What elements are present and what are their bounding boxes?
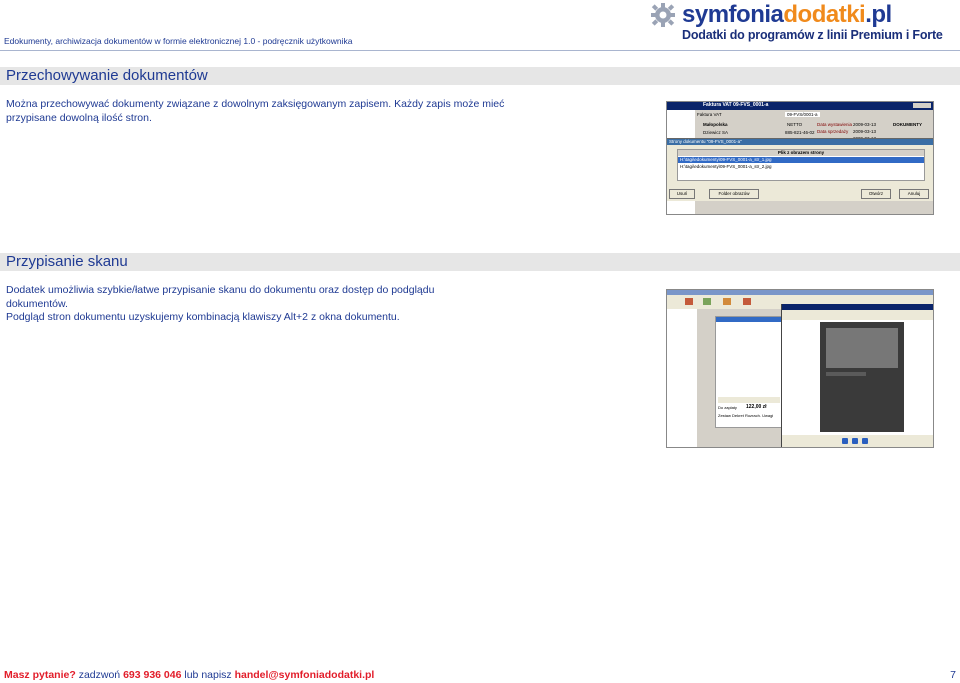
viewer-toolbar <box>782 310 933 320</box>
section-title-storage: Przechowywanie dokumentów <box>6 67 208 84</box>
toolbar-icon[interactable] <box>723 298 731 305</box>
section-text-scan-2: Podgląd stron dokumentu uzyskujemy kombi… <box>6 311 400 323</box>
navigation-icon[interactable] <box>852 438 858 444</box>
pages-dialog: Strony dokumentu "09-FVS_0001-a" Plik z … <box>667 138 933 201</box>
buyer: Dziewicz SA <box>703 130 729 135</box>
doc-type: Faktura VAT <box>697 112 722 117</box>
open-button[interactable]: Otwórz <box>861 189 891 199</box>
footer-call-text: zadzwoń <box>75 669 124 681</box>
date2: 2009-03-13 <box>853 129 877 134</box>
screenshot-document-pages: Faktura VAT 09-FVS_0001-a Faktura VAT 09… <box>666 101 934 215</box>
items-header <box>718 397 780 403</box>
cancel-button[interactable]: Anuluj <box>899 189 929 199</box>
scanned-line <box>826 372 866 376</box>
contractor: Małopolska <box>703 122 728 127</box>
section-bar-scan <box>0 253 960 271</box>
date1-label: Data wystawienia <box>817 122 853 127</box>
section-text-storage: Można przechowywać dokumenty związane z … <box>6 98 505 124</box>
navigation-icon[interactable] <box>842 438 848 444</box>
image-folder-button[interactable]: Folder obrazów <box>709 189 759 199</box>
footer-phone[interactable]: 693 936 046 <box>123 669 181 681</box>
screenshot-scan-preview: Do zapłaty 122,00 zł Zestaw Dekret Rozra… <box>666 289 934 448</box>
footer-or-write: lub napisz <box>181 669 235 681</box>
vat-type: NETTO <box>787 122 803 127</box>
window-controls <box>913 103 931 108</box>
document-header-title: Edokumenty, archiwizacja dokumentów w fo… <box>4 36 353 46</box>
section-title-scan: Przypisanie skanu <box>6 253 128 270</box>
document-tabs: Zestaw Dekret Rozrach. Uwagi <box>718 413 773 418</box>
pages-list: Plik z obrazem strony H:\tagi\edokumenty… <box>677 149 925 181</box>
page-number: 7 <box>950 669 956 681</box>
toolbar-icon[interactable] <box>743 298 751 305</box>
footer-contact: Masz pytanie? zadzwoń 693 936 046 lub na… <box>4 669 374 681</box>
header-divider <box>0 50 960 51</box>
total-label: Do zapłaty <box>718 405 737 410</box>
logo-part-symfonia: symfonia <box>682 1 784 28</box>
logo-part-pl: .pl <box>865 1 892 28</box>
documents-tab[interactable]: DOKUMENTY <box>893 122 922 127</box>
toolbar-icon[interactable] <box>703 298 711 305</box>
window-titlebar: Faktura VAT 09-FVS_0001-a <box>667 102 933 110</box>
logo-wordmark: symfoniadodatki.pl <box>682 2 892 28</box>
dialog-titlebar: Strony dokumentu "09-FVS_0001-a" <box>667 139 933 145</box>
footer-email-link[interactable]: handel@symfoniadodatki.pl <box>235 669 375 681</box>
symfoniadodatki-logo[interactable]: symfoniadodatki.pl Dodatki do programów … <box>648 2 958 46</box>
list-item[interactable]: H:\tagi\edokumenty\09-FVS_0001-a_str_1.j… <box>678 157 924 163</box>
window-title: Faktura VAT 09-FVS_0001-a <box>703 102 769 108</box>
logo-part-dodatki: dodatki <box>783 1 866 28</box>
doc-number: 09-FVS/0001-a <box>785 112 820 117</box>
section-text-scan-1: Dodatek umożliwia szybkie/łatwe przypisa… <box>6 284 435 310</box>
footer-question: Masz pytanie? <box>4 669 76 681</box>
navigation-icon[interactable] <box>862 438 868 444</box>
total-amount: 122,00 zł <box>746 404 767 410</box>
gear-logo-icon <box>651 3 675 27</box>
document-window: Do zapłaty 122,00 zł Zestaw Dekret Rozra… <box>715 316 783 428</box>
delete-button[interactable]: Usuń <box>669 189 695 199</box>
document-titlebar <box>716 317 782 322</box>
nip: 885-821-46-02 <box>785 130 815 135</box>
scanned-text-area <box>826 328 898 368</box>
dialog-title: Strony dokumentu "09-FVS_0001-a" <box>669 139 742 144</box>
image-viewer-window <box>781 304 933 447</box>
tree-panel <box>667 309 697 447</box>
date1: 2009-03-13 <box>853 122 877 127</box>
list-column-header: Plik z obrazem strony <box>678 150 924 156</box>
tab-uwagi[interactable]: Uwagi <box>762 413 773 418</box>
scanned-page-image <box>820 322 904 432</box>
tab-rozrach[interactable]: Rozrach. <box>745 413 761 418</box>
tab-zestaw[interactable]: Zestaw <box>718 413 731 418</box>
toolbar-icon[interactable] <box>685 298 693 305</box>
logo-subtitle: Dodatki do programów z linii Premium i F… <box>682 28 943 42</box>
tab-dekret[interactable]: Dekret <box>732 413 744 418</box>
date2-label: Data sprzedaży <box>817 129 849 134</box>
list-item[interactable]: H:\tagi\edokumenty\09-FVS_0001-a_str_2.j… <box>678 164 924 170</box>
viewer-bottom-toolbar <box>782 435 933 447</box>
